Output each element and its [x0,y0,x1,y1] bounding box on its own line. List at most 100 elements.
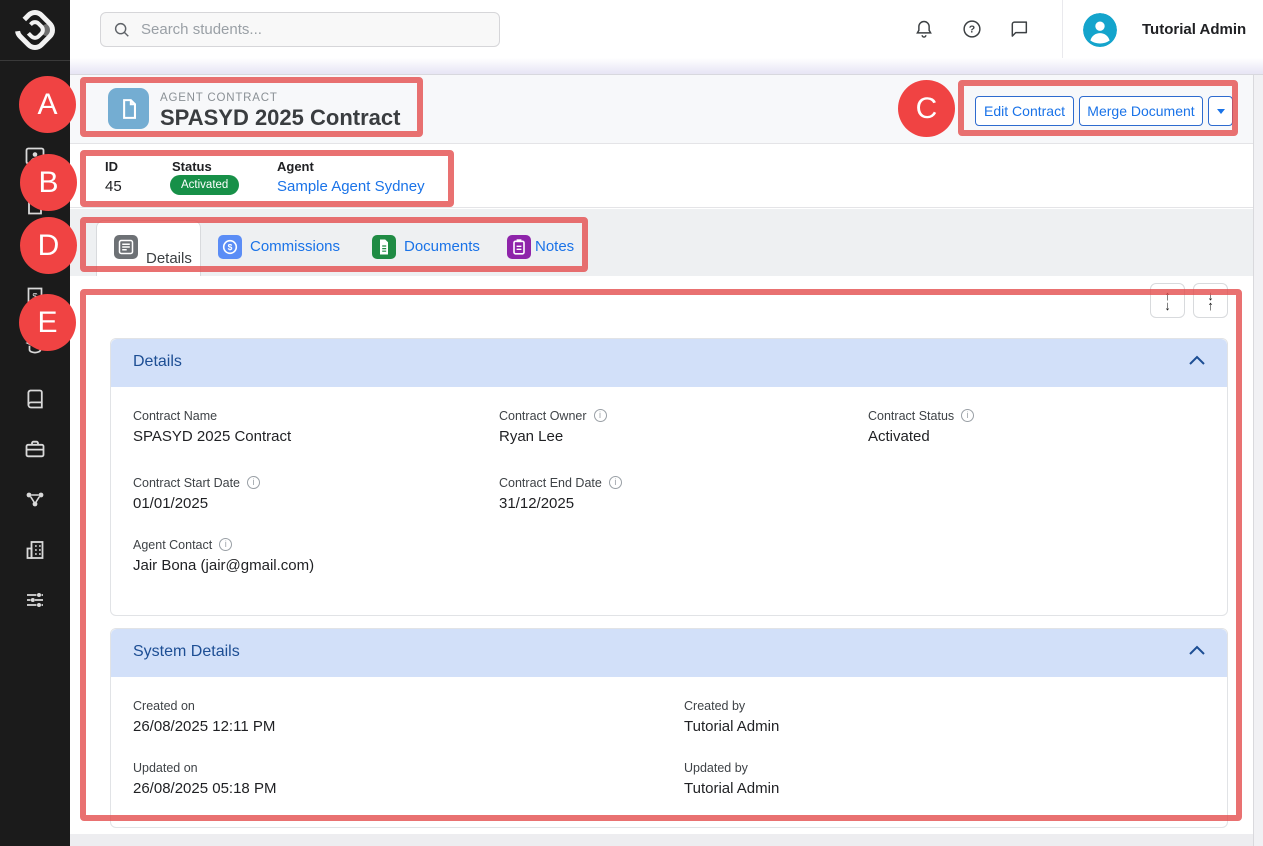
tab-commissions-label: Commissions [250,238,340,255]
expand-arrows-icon: ↑↓ [1164,291,1171,311]
scrollbar-track[interactable] [1253,59,1263,846]
agent-link[interactable]: Sample Agent Sydney [277,178,425,195]
collapse-arrows-icon: ↓↑ [1207,291,1214,311]
field-value: Jair Bona (jair@gmail.com) [133,557,314,574]
tab-bar: Details $ Commissions Documents Notes [70,209,1253,276]
field-label: Contract Owner [499,409,607,423]
settings-sliders-icon [23,588,47,612]
agent-label: Agent [277,159,314,174]
system-details-card-title: System Details [133,643,240,661]
field-value: SPASYD 2025 Contract [133,428,291,445]
merge-document-button[interactable]: Merge Document [1079,96,1203,126]
commissions-tab-icon: $ [218,235,242,259]
details-card-title: Details [133,353,182,371]
collapse-all-button[interactable]: ↓↑ [1193,283,1228,318]
invoice-icon: $ [23,285,47,309]
sidebar: $ [0,0,70,846]
organization-icon [23,538,47,562]
details-card: Details Contract Name SPASYD 2025 Contra… [110,338,1228,616]
field-contract-status: Contract Status Activated [868,409,974,445]
topbar-shadow [70,58,1263,75]
chevron-up-icon[interactable] [1187,353,1207,372]
info-icon[interactable] [961,409,974,422]
chevron-up-icon[interactable] [1187,643,1207,662]
info-icon[interactable] [247,476,260,489]
documents-tab-icon [372,235,396,259]
sidebar-item-offers[interactable] [23,242,47,266]
sidebar-item-agents[interactable] [23,437,47,461]
notifications-bell-icon[interactable] [913,18,935,40]
page-title: SPASYD 2025 Contract [160,105,400,131]
info-icon[interactable] [609,476,622,489]
field-label: Contract Name [133,409,291,423]
field-created-on: Created on 26/08/2025 12:11 PM [133,699,275,735]
topbar-divider [1062,0,1063,58]
document-icon [23,193,47,217]
sidebar-item-applications[interactable] [23,193,47,217]
field-label: Contract Status [868,409,974,423]
search-icon [113,21,131,39]
field-contract-start-date: Contract Start Date 01/01/2025 [133,476,260,512]
topbar: ? Tutorial Admin [70,0,1263,58]
field-value: Tutorial Admin [684,780,779,797]
field-agent-contact: Agent Contact Jair Bona (jair@gmail.com) [133,538,314,574]
tab-notes-label: Notes [535,238,574,255]
network-icon [23,487,47,511]
sidebar-item-invoices[interactable]: $ [23,285,47,309]
field-label: Created by [684,699,779,713]
field-contract-owner: Contract Owner Ryan Lee [499,409,607,445]
app-logo-icon[interactable] [13,8,57,52]
sidebar-item-organization[interactable] [23,538,47,562]
contract-doc-icon [108,88,149,129]
sidebar-item-relationships[interactable] [23,487,47,511]
field-updated-on: Updated on 26/08/2025 05:18 PM [133,761,276,797]
field-label: Contract End Date [499,476,622,490]
tab-details[interactable]: Details [96,220,201,276]
info-icon[interactable] [219,538,232,551]
tab-details-label: Details [146,250,192,267]
avatar[interactable] [1083,13,1117,47]
svg-text:$: $ [32,292,38,303]
search-input[interactable] [141,13,491,46]
svg-text:$: $ [228,242,233,252]
field-value: Ryan Lee [499,428,607,445]
field-value: 26/08/2025 05:18 PM [133,780,276,797]
field-contract-end-date: Contract End Date 31/12/2025 [499,476,622,512]
system-details-card-header[interactable]: System Details [111,629,1227,677]
svg-text:?: ? [969,24,975,36]
graduation-cap-icon [23,334,47,358]
details-tab-icon [114,235,138,259]
field-label: Updated by [684,761,779,775]
sidebar-item-students[interactable] [23,144,47,168]
chat-icon[interactable] [1008,18,1030,40]
briefcase-icon [23,437,47,461]
more-actions-button[interactable] [1208,96,1233,126]
expand-all-button[interactable]: ↑↓ [1150,283,1185,318]
details-card-header[interactable]: Details [111,339,1227,387]
info-icon[interactable] [594,409,607,422]
file-icon [23,242,47,266]
page-header: AGENT CONTRACT SPASYD 2025 Contract Edit… [70,75,1253,144]
field-updated-by: Updated by Tutorial Admin [684,761,779,797]
student-card-icon [23,144,47,168]
field-value: 31/12/2025 [499,495,622,512]
user-name[interactable]: Tutorial Admin [1142,21,1246,38]
system-details-card: System Details Created on 26/08/2025 12:… [110,628,1228,828]
help-icon[interactable]: ? [961,18,983,40]
edit-contract-button[interactable]: Edit Contract [975,96,1074,126]
sidebar-item-courses[interactable] [23,334,47,358]
field-value: 01/01/2025 [133,495,260,512]
status-badge: Activated [170,175,239,195]
meta-row: ID 45 Status Activated Agent Sample Agen… [70,145,1253,208]
status-label: Status [172,159,212,174]
field-value: Tutorial Admin [684,718,779,735]
search-box [100,12,500,47]
sidebar-divider [0,60,70,61]
screen: $ ? [0,0,1263,846]
sidebar-item-subjects[interactable] [23,387,47,411]
dropdown-caret-icon [1217,109,1225,114]
tab-documents-label: Documents [404,238,480,255]
sidebar-item-settings[interactable] [23,588,47,612]
entity-type-label: AGENT CONTRACT [160,92,278,104]
notes-tab-icon [507,235,531,259]
